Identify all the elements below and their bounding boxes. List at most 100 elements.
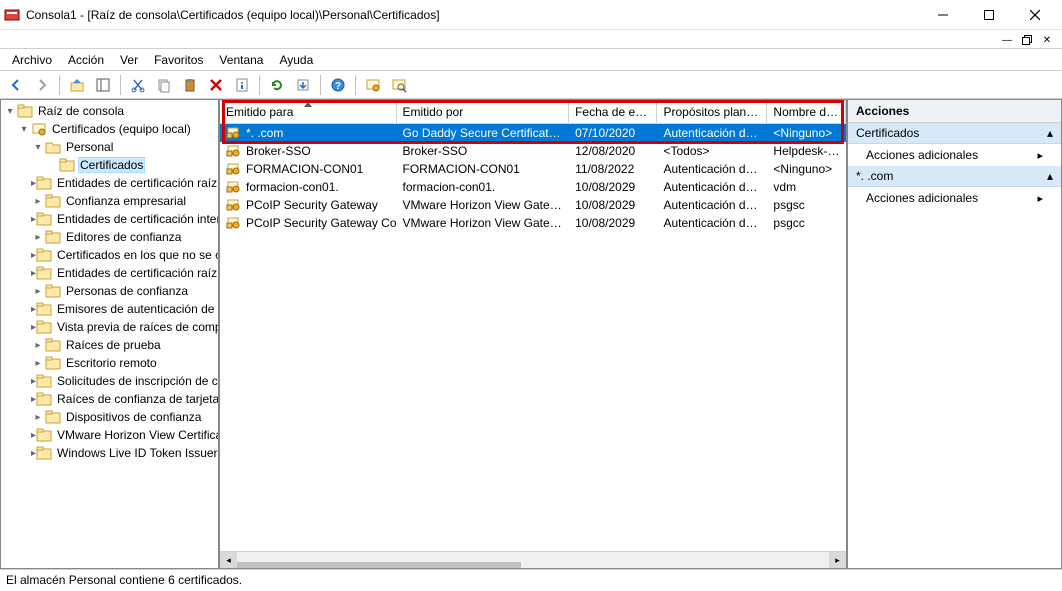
mdi-restore-button[interactable] [1018, 32, 1036, 48]
certificate-icon [226, 161, 242, 177]
tree-folder-item[interactable]: ▸Vista previa de raíces de compilaci [1, 318, 218, 336]
cell-issued-to: *. .com [246, 126, 283, 140]
folder-icon [36, 247, 52, 263]
expand-icon[interactable]: ▸ [31, 196, 45, 207]
help-button[interactable]: ? [326, 73, 350, 97]
folder-icon [36, 301, 52, 317]
horizontal-scrollbar[interactable]: ◂ ▸ [220, 551, 846, 568]
mdi-close-button[interactable]: ✕ [1038, 32, 1056, 48]
expand-icon[interactable]: ▸ [31, 340, 45, 351]
tree-folder-item[interactable]: ▸VMware Horizon View Certificates [1, 426, 218, 444]
table-row[interactable]: FORMACION-CON01FORMACION-CON0111/08/2022… [220, 160, 846, 178]
menu-ventana[interactable]: Ventana [211, 51, 271, 69]
export-list-button[interactable] [291, 73, 315, 97]
collapse-icon[interactable]: ▾ [3, 106, 17, 117]
table-row[interactable]: *. .comGo Daddy Secure Certificate Auth.… [220, 124, 846, 142]
certificates-button[interactable] [361, 73, 385, 97]
menu-archivo[interactable]: Archivo [4, 51, 60, 69]
tree-folder-item[interactable]: ▸Dispositivos de confianza [1, 408, 218, 426]
scroll-thumb[interactable] [237, 562, 521, 569]
folder-icon [59, 157, 75, 173]
copy-button[interactable] [152, 73, 176, 97]
menu-favoritos[interactable]: Favoritos [146, 51, 211, 69]
actions-group-selected-cert[interactable]: *. .com ▴ [848, 166, 1061, 187]
tree-folder-item[interactable]: ▸Windows Live ID Token Issuer [1, 444, 218, 462]
expand-icon[interactable]: ▸ [31, 358, 45, 369]
forward-button[interactable] [30, 73, 54, 97]
tree-folder-item[interactable]: ▸Entidades de certificación raíz de te [1, 264, 218, 282]
column-purposes[interactable]: Propósitos plantea... [657, 100, 767, 123]
close-button[interactable] [1012, 0, 1058, 30]
cell-purposes: <Todos> [657, 144, 767, 158]
actions-group-certificados[interactable]: Certificados ▴ [848, 123, 1061, 144]
maximize-button[interactable] [966, 0, 1012, 30]
up-button[interactable] [65, 73, 89, 97]
table-row[interactable]: PCoIP Security GatewayVMware Horizon Vie… [220, 196, 846, 214]
column-friendly-name[interactable]: Nombre desc [767, 100, 846, 123]
tree-folder-item[interactable]: ▸Emisores de autenticación de clien [1, 300, 218, 318]
actions-header: Acciones [848, 100, 1061, 123]
svg-text:?: ? [335, 81, 341, 92]
find-certificates-button[interactable] [387, 73, 411, 97]
column-expiry[interactable]: Fecha de expir... [569, 100, 657, 123]
tree-folder-item[interactable]: ▸Entidades de certificación raíz de c [1, 174, 218, 192]
cell-expiry: 10/08/2029 [569, 180, 657, 194]
folder-icon [45, 337, 61, 353]
list-pane[interactable]: Emitido para Emitido por Fecha de expir.… [219, 99, 847, 569]
expand-icon[interactable]: ▸ [31, 232, 45, 243]
tree-folder-item[interactable]: ▸Solicitudes de inscripción de certifi [1, 372, 218, 390]
menubar: Archivo Acción Ver Favoritos Ventana Ayu… [0, 49, 1062, 71]
tree-certificados[interactable]: Certificados [1, 156, 218, 174]
cell-friendly: Helpdesk-key [767, 144, 846, 158]
cell-purposes: Autenticación del c... [657, 216, 767, 230]
actions-additional-2[interactable]: Acciones adicionales ▸ [848, 187, 1061, 209]
paste-button[interactable] [178, 73, 202, 97]
collapse-icon[interactable]: ▾ [31, 142, 45, 153]
expand-icon[interactable]: ▸ [31, 412, 45, 423]
scroll-left-button[interactable]: ◂ [220, 552, 237, 569]
main-area: ▾ Raíz de consola ▾ Certificados (equipo… [0, 99, 1062, 569]
folder-icon [36, 427, 52, 443]
chevron-right-icon: ▸ [1037, 149, 1043, 162]
tree-certs-local[interactable]: ▾ Certificados (equipo local) [1, 120, 218, 138]
scroll-right-button[interactable]: ▸ [829, 552, 846, 569]
delete-button[interactable] [204, 73, 228, 97]
collapse-icon: ▴ [1047, 126, 1053, 140]
table-row[interactable]: PCoIP Security Gateway Contro...VMware H… [220, 214, 846, 232]
tree-personal[interactable]: ▾ Personal [1, 138, 218, 156]
folder-icon [17, 103, 33, 119]
properties-button[interactable] [230, 73, 254, 97]
tree-folder-item[interactable]: ▸Entidades de certificación intermed [1, 210, 218, 228]
cell-purposes: Autenticación del s... [657, 126, 767, 140]
tree-folder-item[interactable]: ▸Editores de confianza [1, 228, 218, 246]
tree-folder-item[interactable]: ▸Confianza empresarial [1, 192, 218, 210]
tree-folder-item[interactable]: ▸Escritorio remoto [1, 354, 218, 372]
back-button[interactable] [4, 73, 28, 97]
table-row[interactable]: Broker-SSOBroker-SSO12/08/2020<Todos>Hel… [220, 142, 846, 160]
show-hide-tree-button[interactable] [91, 73, 115, 97]
column-issued-to[interactable]: Emitido para [220, 100, 397, 123]
expand-icon[interactable]: ▸ [31, 286, 45, 297]
table-row[interactable]: formacion-con01.formacion-con01.10/08/20… [220, 178, 846, 196]
tree-pane[interactable]: ▾ Raíz de consola ▾ Certificados (equipo… [0, 99, 219, 569]
minimize-button[interactable] [920, 0, 966, 30]
menu-ver[interactable]: Ver [112, 51, 146, 69]
menu-ayuda[interactable]: Ayuda [271, 51, 321, 69]
mdi-minimize-button[interactable]: — [998, 32, 1016, 48]
tree-folder-item[interactable]: ▸Personas de confianza [1, 282, 218, 300]
collapse-icon[interactable]: ▾ [17, 124, 31, 135]
column-issued-by[interactable]: Emitido por [397, 100, 570, 123]
cell-issued-to: PCoIP Security Gateway Contro... [246, 216, 397, 230]
actions-additional-1[interactable]: Acciones adicionales ▸ [848, 144, 1061, 166]
cut-button[interactable] [126, 73, 150, 97]
chevron-right-icon: ▸ [1037, 192, 1043, 205]
list-body[interactable]: *. .comGo Daddy Secure Certificate Auth.… [220, 124, 846, 551]
tree-folder-item[interactable]: ▸Certificados en los que no se confí [1, 246, 218, 264]
cell-purposes: Autenticación del s... [657, 162, 767, 176]
refresh-button[interactable] [265, 73, 289, 97]
cell-issued-to: Broker-SSO [246, 144, 311, 158]
menu-accion[interactable]: Acción [60, 51, 112, 69]
tree-root[interactable]: ▾ Raíz de consola [1, 102, 218, 120]
tree-folder-item[interactable]: ▸Raíces de confianza de tarjetas inte [1, 390, 218, 408]
tree-folder-item[interactable]: ▸Raíces de prueba [1, 336, 218, 354]
